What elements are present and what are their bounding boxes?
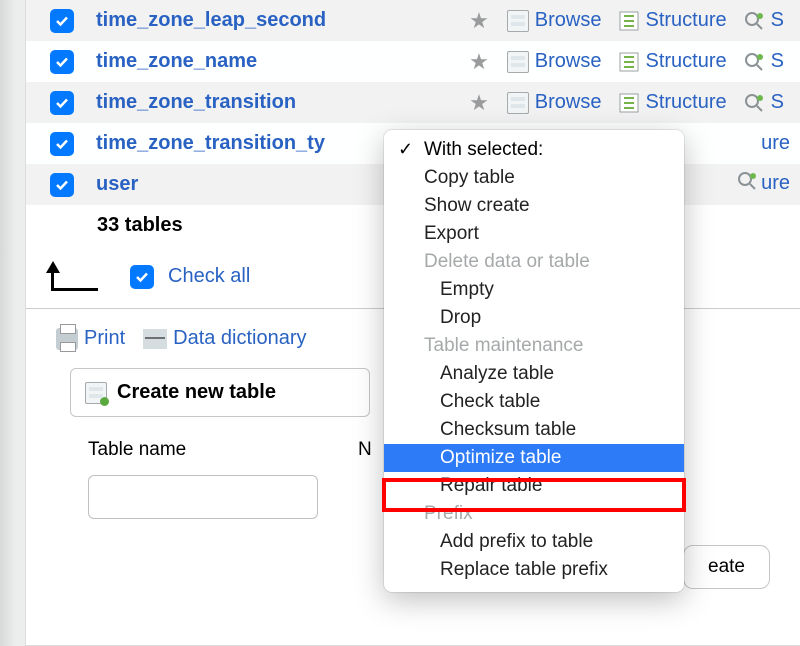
table-row[interactable]: time_zone_leap_second ★ Browse Structure…: [26, 0, 800, 41]
menu-add-prefix[interactable]: Add prefix to table: [384, 528, 684, 556]
search-link[interactable]: S: [743, 9, 784, 32]
menu-replace-prefix[interactable]: Replace table prefix: [384, 556, 684, 584]
browse-icon: [507, 10, 529, 32]
create-submit-button[interactable]: eate: [683, 545, 770, 589]
table-name-link[interactable]: user: [96, 173, 138, 196]
menu-group-delete: Delete data or table: [384, 248, 684, 276]
check-all-label[interactable]: Check all: [168, 265, 250, 288]
search-icon: [743, 10, 765, 32]
search-icon: [736, 170, 758, 192]
dictionary-icon: [143, 329, 167, 349]
select-arrow-icon: [42, 257, 106, 297]
row-checkbox[interactable]: [50, 91, 74, 115]
table-name-link[interactable]: time_zone_leap_second: [96, 9, 326, 32]
table-row[interactable]: time_zone_transition ★ Browse Structure …: [26, 82, 800, 123]
with-selected-menu: With selected: Copy table Show create Ex…: [384, 130, 684, 592]
table-icon: [85, 382, 107, 404]
structure-icon: [618, 92, 640, 114]
search-link[interactable]: S: [743, 91, 784, 114]
search-icon: [743, 92, 765, 114]
num-columns-label: N: [358, 439, 372, 461]
menu-show-create[interactable]: Show create: [384, 192, 684, 220]
structure-link[interactable]: Structure: [618, 50, 727, 73]
table-name-input[interactable]: [88, 475, 318, 519]
database-tables-panel: time_zone_leap_second ★ Browse Structure…: [25, 0, 800, 646]
create-table-heading: Create new table: [70, 368, 370, 417]
data-dictionary-link[interactable]: Data dictionary: [143, 327, 306, 350]
table-name-link[interactable]: time_zone_name: [96, 50, 257, 73]
favorite-icon[interactable]: ★: [469, 8, 489, 34]
table-name-link[interactable]: time_zone_transition: [96, 91, 296, 114]
table-name-link[interactable]: time_zone_transition_ty: [96, 132, 325, 155]
structure-link[interactable]: Structure: [618, 9, 727, 32]
menu-optimize-table[interactable]: Optimize table: [384, 444, 684, 472]
menu-check-table[interactable]: Check table: [384, 388, 684, 416]
row-checkbox[interactable]: [50, 132, 74, 156]
check-all-checkbox[interactable]: [130, 265, 154, 289]
structure-link-partial: ure: [761, 132, 790, 155]
menu-header: With selected:: [384, 136, 684, 164]
menu-drop[interactable]: Drop: [384, 304, 684, 332]
favorite-icon[interactable]: ★: [469, 49, 489, 75]
menu-checksum-table[interactable]: Checksum table: [384, 416, 684, 444]
favorite-icon[interactable]: ★: [469, 90, 489, 116]
menu-empty[interactable]: Empty: [384, 276, 684, 304]
menu-group-maintenance: Table maintenance: [384, 332, 684, 360]
annotation-highlight: [382, 478, 686, 512]
print-link[interactable]: Print: [56, 327, 125, 350]
structure-icon: [618, 10, 640, 32]
row-checkbox[interactable]: [50, 173, 74, 197]
structure-icon: [618, 51, 640, 73]
browse-link[interactable]: Browse: [507, 50, 602, 73]
browse-icon: [507, 51, 529, 73]
table-row[interactable]: time_zone_name ★ Browse Structure S: [26, 41, 800, 82]
structure-link[interactable]: Structure: [618, 91, 727, 114]
printer-icon: [56, 328, 78, 350]
structure-link-partial: ure: [761, 172, 790, 195]
browse-link[interactable]: Browse: [507, 91, 602, 114]
row-checkbox[interactable]: [50, 50, 74, 74]
browse-icon: [507, 92, 529, 114]
menu-analyze-table[interactable]: Analyze table: [384, 360, 684, 388]
menu-export[interactable]: Export: [384, 220, 684, 248]
search-link[interactable]: S: [743, 50, 784, 73]
row-checkbox[interactable]: [50, 9, 74, 33]
search-icon: [743, 51, 765, 73]
browse-link[interactable]: Browse: [507, 9, 602, 32]
table-name-label: Table name: [88, 439, 318, 461]
menu-copy-table[interactable]: Copy table: [384, 164, 684, 192]
